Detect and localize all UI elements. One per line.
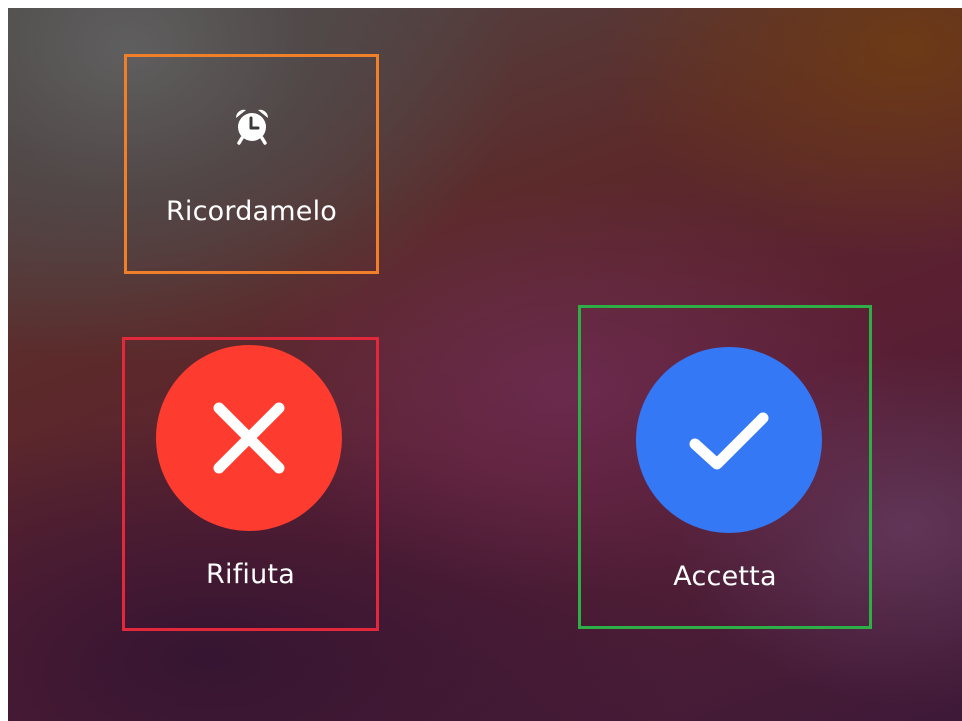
checkmark-icon [689, 412, 769, 470]
remind-me-button[interactable]: Ricordamelo [124, 54, 379, 274]
remind-me-label: Ricordamelo [165, 196, 338, 227]
decline-label: Rifiuta [206, 559, 295, 590]
close-icon [213, 402, 285, 474]
incoming-call-screen: Ricordamelo Rifiuta Accetta [8, 8, 962, 721]
decline-button[interactable]: Rifiuta [122, 337, 379, 631]
decline-circle[interactable] [156, 345, 342, 531]
accept-label: Accetta [673, 561, 777, 592]
accept-button[interactable]: Accetta [578, 305, 872, 629]
alarm-clock-icon [235, 109, 269, 145]
accept-circle[interactable] [636, 347, 822, 533]
